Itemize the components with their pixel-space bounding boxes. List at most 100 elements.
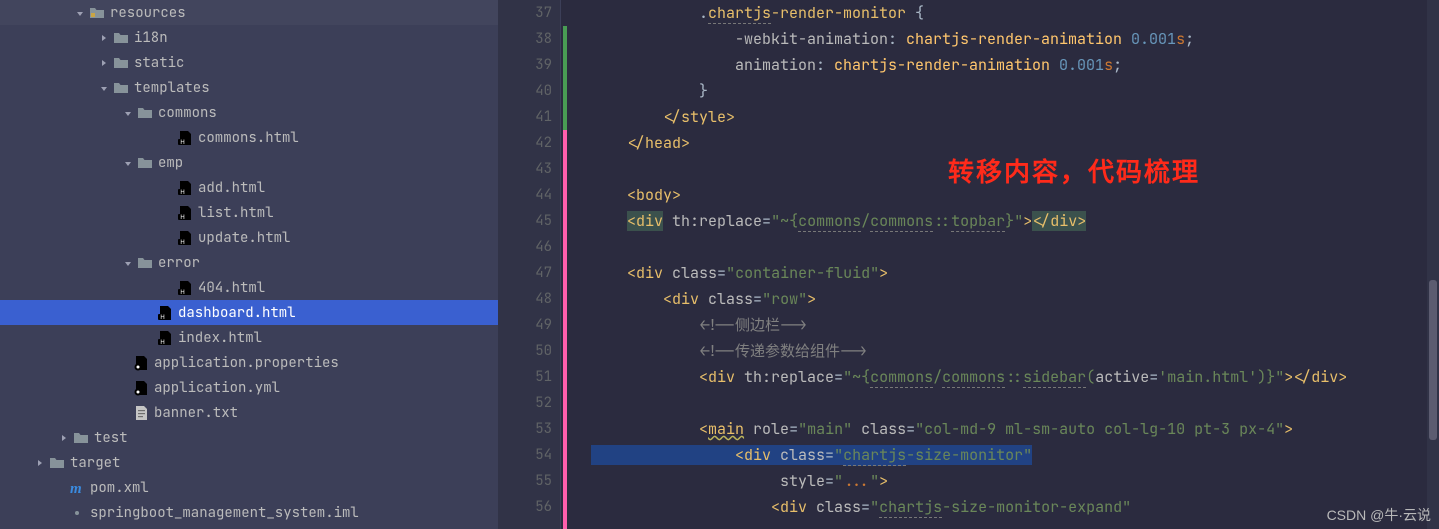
chevron-right-icon[interactable] [96,58,112,68]
line-number-gutter[interactable]: 3738394041424344454647484950515253545556 [498,0,561,529]
code-line[interactable]: <!--侧边栏--> [591,312,1427,338]
folder-icon [72,430,90,446]
tree-item-label: index.html [178,329,498,347]
tree-item[interactable]: update.html [0,225,498,250]
code-line[interactable]: } [591,78,1427,104]
project-tree-panel[interactable]: resources i18n static templates commons commo… [0,0,498,529]
code-line[interactable]: <body> [591,182,1427,208]
tree-item[interactable]: banner.txt [0,400,498,425]
html-icon [156,330,174,346]
tree-item[interactable]: pom.xml [0,475,498,500]
tree-item-label: templates [134,79,498,97]
tree-item-label: commons.html [198,129,498,147]
chevron-down-icon[interactable] [120,158,136,168]
folder-icon [136,255,154,271]
code-line[interactable]: animation: chartjs-render-animation 0.00… [591,52,1427,78]
tree-item[interactable]: i18n [0,25,498,50]
tree-item-label: add.html [198,179,498,197]
tree-item[interactable]: test [0,425,498,450]
code-line[interactable]: <div th:replace="~{commons/commons::topb… [591,208,1427,234]
code-line[interactable] [591,234,1427,260]
code-line[interactable]: <main role="main" class="col-md-9 ml-sm-… [591,416,1427,442]
tree-item[interactable]: target [0,450,498,475]
line-number[interactable]: 52 [498,390,552,416]
prop-icon [132,355,150,371]
change-marker-bar [561,0,571,529]
chevron-right-icon[interactable] [96,33,112,43]
tree-item[interactable]: 404.html [0,275,498,300]
tree-item-label: commons [158,104,498,122]
folder-icon [112,80,130,96]
code-line[interactable]: <div th:replace="~{commons/commons::side… [591,364,1427,390]
line-number[interactable]: 47 [498,260,552,286]
line-number[interactable]: 54 [498,442,552,468]
html-icon [156,305,174,321]
tree-item-label: static [134,54,498,72]
tree-item[interactable]: add.html [0,175,498,200]
code-content[interactable]: .chartjs-render-monitor { -webkit-animat… [571,0,1427,529]
line-number[interactable]: 43 [498,156,552,182]
code-line[interactable]: <div class="chartjs-size-monitor" [591,442,1427,468]
tree-item[interactable]: commons.html [0,125,498,150]
line-number[interactable]: 45 [498,208,552,234]
tree-item-label: application.yml [154,379,498,397]
tree-item[interactable]: index.html [0,325,498,350]
code-line[interactable]: </head> [591,130,1427,156]
line-number[interactable]: 42 [498,130,552,156]
tree-item[interactable]: templates [0,75,498,100]
tree-item[interactable]: application.yml [0,375,498,400]
scrollbar-thumb[interactable] [1429,280,1437,440]
line-number[interactable]: 40 [498,78,552,104]
prop-icon [132,380,150,396]
tree-item[interactable]: springboot_management_system.iml [0,500,498,525]
line-number[interactable]: 51 [498,364,552,390]
tree-item[interactable]: commons [0,100,498,125]
tree-item-label: resources [110,4,498,22]
code-line[interactable]: style="..."> [591,468,1427,494]
line-number[interactable]: 56 [498,494,552,520]
tree-item[interactable]: list.html [0,200,498,225]
line-number[interactable]: 38 [498,26,552,52]
folder-icon [112,30,130,46]
line-number[interactable]: 49 [498,312,552,338]
line-number[interactable]: 44 [498,182,552,208]
line-number[interactable]: 48 [498,286,552,312]
tree-item[interactable]: dashboard.html [0,300,498,325]
code-line[interactable] [591,156,1427,182]
line-number[interactable]: 46 [498,234,552,260]
line-number[interactable]: 41 [498,104,552,130]
line-number[interactable]: 37 [498,0,552,26]
code-line[interactable]: -webkit-animation: chartjs-render-animat… [591,26,1427,52]
chevron-right-icon[interactable] [56,433,72,443]
tree-item[interactable]: resources [0,0,498,25]
tree-item-label: emp [158,154,498,172]
html-icon [176,130,194,146]
code-line[interactable]: </style> [591,104,1427,130]
tree-item[interactable]: application.properties [0,350,498,375]
tree-item-label: pom.xml [90,479,498,497]
code-line[interactable]: <div class="chartjs-size-monitor-expand" [591,494,1427,520]
tree-item-label: list.html [198,204,498,222]
line-number[interactable]: 50 [498,338,552,364]
tree-item-label: update.html [198,229,498,247]
txt-icon [132,405,150,421]
code-line[interactable]: <div class="container-fluid"> [591,260,1427,286]
html-icon [176,280,194,296]
code-line[interactable]: <div class="row"> [591,286,1427,312]
tree-item[interactable]: emp [0,150,498,175]
chevron-down-icon[interactable] [120,258,136,268]
chevron-down-icon[interactable] [72,8,88,18]
tree-item[interactable]: static [0,50,498,75]
chevron-down-icon[interactable] [96,83,112,93]
chevron-down-icon[interactable] [120,108,136,118]
tree-item[interactable]: error [0,250,498,275]
html-icon [176,230,194,246]
line-number[interactable]: 53 [498,416,552,442]
code-line[interactable] [591,390,1427,416]
code-line[interactable]: <!--传递参数给组件--> [591,338,1427,364]
line-number[interactable]: 39 [498,52,552,78]
code-line[interactable]: .chartjs-render-monitor { [591,0,1427,26]
vertical-scrollbar[interactable] [1427,0,1439,529]
line-number[interactable]: 55 [498,468,552,494]
chevron-right-icon[interactable] [32,458,48,468]
